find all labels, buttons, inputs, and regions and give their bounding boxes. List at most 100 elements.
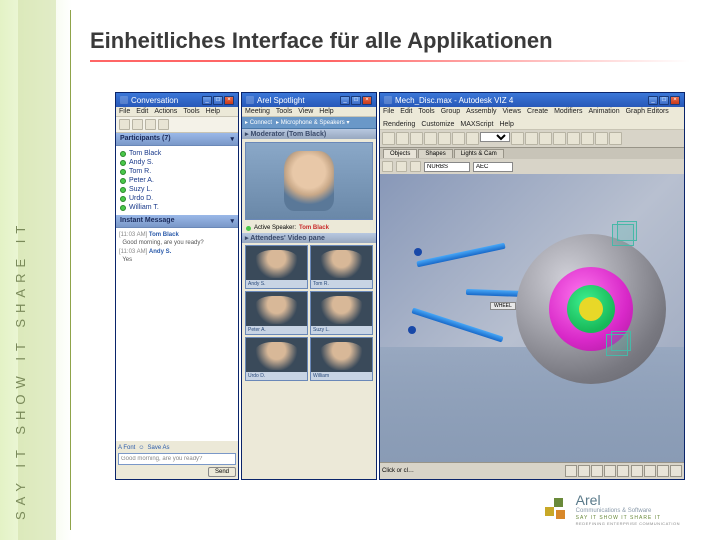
viz-cat-2[interactable] bbox=[396, 161, 407, 172]
viz-tool-8[interactable] bbox=[511, 132, 524, 145]
spot-titlebar[interactable]: Arel Spotlight _ □ × bbox=[242, 93, 376, 107]
menu-actions[interactable]: Actions bbox=[154, 108, 177, 115]
viz-tool-redo[interactable] bbox=[410, 132, 423, 145]
attendee-video[interactable]: Andy S. bbox=[245, 245, 308, 289]
participant-row[interactable]: Tom R. bbox=[118, 167, 236, 176]
nav-zoom-icon[interactable] bbox=[644, 465, 656, 477]
emoji-icon[interactable]: ☺ bbox=[138, 445, 144, 451]
conv-titlebar[interactable]: Conversation _ □ × bbox=[116, 93, 238, 107]
viz-tool-align[interactable] bbox=[567, 132, 580, 145]
menu-view[interactable]: View bbox=[298, 108, 313, 115]
menu-tools[interactable]: Tools bbox=[418, 108, 434, 115]
menu-tools[interactable]: Tools bbox=[276, 108, 292, 115]
conv-tool-3[interactable] bbox=[145, 119, 156, 130]
viz-tool-render[interactable] bbox=[595, 132, 608, 145]
save-as-button[interactable]: Save As bbox=[147, 445, 169, 451]
play-end-icon[interactable] bbox=[617, 465, 629, 477]
maximize-button[interactable]: □ bbox=[659, 96, 669, 105]
viz-tool-link[interactable] bbox=[424, 132, 437, 145]
minimize-button[interactable]: _ bbox=[340, 96, 350, 105]
attendee-video[interactable]: Peter A. bbox=[245, 291, 308, 335]
menu-help[interactable]: Help bbox=[319, 108, 333, 115]
viz-cat-1[interactable] bbox=[382, 161, 393, 172]
viz-tool-rotate[interactable] bbox=[452, 132, 465, 145]
attendee-video[interactable]: Urdo D. bbox=[245, 337, 308, 381]
tab-shapes[interactable]: Shapes bbox=[418, 149, 452, 158]
menu-file[interactable]: File bbox=[383, 108, 394, 115]
participants-header[interactable]: Participants (7)▾ bbox=[116, 133, 238, 146]
conv-tool-1[interactable] bbox=[119, 119, 130, 130]
font-button[interactable]: A Font bbox=[118, 445, 135, 451]
close-button[interactable]: × bbox=[224, 96, 234, 105]
menu-help[interactable]: Help bbox=[499, 121, 513, 128]
menu-edit[interactable]: Edit bbox=[400, 108, 412, 115]
spot-app-icon bbox=[246, 96, 254, 104]
menu-meeting[interactable]: Meeting bbox=[245, 108, 270, 115]
attendee-video[interactable]: William bbox=[310, 337, 373, 381]
connect-button[interactable]: ▸ Connect bbox=[245, 119, 272, 126]
participant-row[interactable]: Peter A. bbox=[118, 176, 236, 185]
maximize-button[interactable]: □ bbox=[351, 96, 361, 105]
play-next-icon[interactable] bbox=[604, 465, 616, 477]
attendee-video[interactable]: Suzy L. bbox=[310, 291, 373, 335]
im-header[interactable]: Instant Message▾ bbox=[116, 215, 238, 228]
menu-create[interactable]: Create bbox=[527, 108, 548, 115]
menu-views[interactable]: Views bbox=[503, 108, 522, 115]
viz-tool-10[interactable] bbox=[539, 132, 552, 145]
viz-tool-mirror[interactable] bbox=[553, 132, 566, 145]
menu-rendering[interactable]: Rendering bbox=[383, 121, 415, 128]
send-button[interactable]: Send bbox=[208, 467, 236, 477]
participant-row[interactable]: William T. bbox=[118, 203, 236, 212]
viz-tool-layers[interactable] bbox=[581, 132, 594, 145]
viz-filter-dropdown[interactable] bbox=[480, 132, 510, 142]
active-speaker-row: Active Speaker: Tom Black bbox=[242, 223, 376, 233]
viz-titlebar[interactable]: Mech_Disc.max - Autodesk VIZ 4 _ □ × bbox=[380, 93, 684, 107]
play-prev-icon[interactable] bbox=[578, 465, 590, 477]
conv-tool-2[interactable] bbox=[132, 119, 143, 130]
mic-speakers-button[interactable]: ▸ Microphone & Speakers ▾ bbox=[276, 119, 349, 126]
viz-type-dropdown[interactable] bbox=[424, 162, 470, 172]
menu-group[interactable]: Group bbox=[441, 108, 460, 115]
viz-tool-move[interactable] bbox=[438, 132, 451, 145]
menu-tools[interactable]: Tools bbox=[183, 108, 199, 115]
participant-row[interactable]: Andy S. bbox=[118, 158, 236, 167]
menu-maxscript[interactable]: MAXScript bbox=[460, 121, 493, 128]
im-input[interactable] bbox=[118, 453, 236, 465]
menu-file[interactable]: File bbox=[119, 108, 130, 115]
maximize-button[interactable]: □ bbox=[213, 96, 223, 105]
participant-row[interactable]: Urdo D. bbox=[118, 194, 236, 203]
menu-help[interactable]: Help bbox=[206, 108, 220, 115]
minimize-button[interactable]: _ bbox=[202, 96, 212, 105]
viz-viewport[interactable]: WHEEL bbox=[380, 174, 684, 462]
minimize-button[interactable]: _ bbox=[648, 96, 658, 105]
menu-modifiers[interactable]: Modifiers bbox=[554, 108, 582, 115]
viz-tool-scale[interactable] bbox=[466, 132, 479, 145]
play-start-icon[interactable] bbox=[565, 465, 577, 477]
participant-row[interactable]: Tom Black bbox=[118, 149, 236, 158]
attendee-video[interactable]: Tom R. bbox=[310, 245, 373, 289]
viz-aec-dropdown[interactable] bbox=[473, 162, 513, 172]
close-button[interactable]: × bbox=[362, 96, 372, 105]
viz-cat-3[interactable] bbox=[410, 161, 421, 172]
nav-pan-icon[interactable] bbox=[631, 465, 643, 477]
menu-grapheditors[interactable]: Graph Editors bbox=[626, 108, 669, 115]
menu-edit[interactable]: Edit bbox=[136, 108, 148, 115]
nav-maximize-icon[interactable] bbox=[670, 465, 682, 477]
viz-tool-9[interactable] bbox=[525, 132, 538, 145]
tab-lights[interactable]: Lights & Cam bbox=[454, 149, 504, 158]
viz-tool-select[interactable] bbox=[382, 132, 395, 145]
tab-objects[interactable]: Objects bbox=[383, 149, 417, 158]
viz-tool-undo[interactable] bbox=[396, 132, 409, 145]
participant-row[interactable]: Suzy L. bbox=[118, 185, 236, 194]
title-underline bbox=[90, 60, 690, 62]
menu-assembly[interactable]: Assembly bbox=[466, 108, 496, 115]
nav-orbit-icon[interactable] bbox=[657, 465, 669, 477]
menu-customize[interactable]: Customize bbox=[421, 121, 454, 128]
viz-tool-mat[interactable] bbox=[609, 132, 622, 145]
menu-animation[interactable]: Animation bbox=[588, 108, 619, 115]
close-button[interactable]: × bbox=[670, 96, 680, 105]
conv-tool-4[interactable] bbox=[158, 119, 169, 130]
moderator-video[interactable] bbox=[245, 142, 373, 220]
play-icon[interactable] bbox=[591, 465, 603, 477]
logo-name: Arel bbox=[576, 492, 680, 508]
